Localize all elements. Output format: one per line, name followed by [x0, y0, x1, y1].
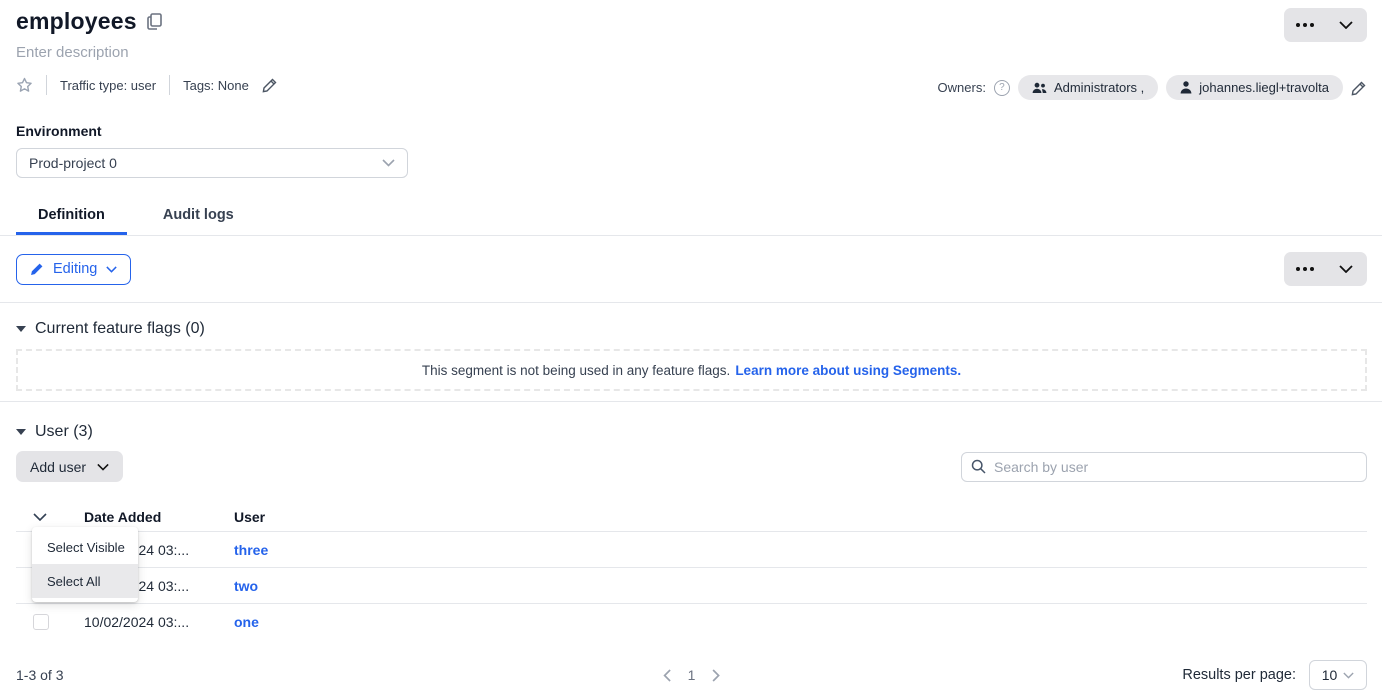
page-title: employees: [16, 8, 137, 35]
more-options-icon: [1296, 23, 1314, 27]
chevron-down-icon: [97, 463, 109, 471]
column-header-user: User: [234, 509, 1367, 525]
menu-item-select-visible[interactable]: Select Visible: [32, 530, 138, 564]
owner-badge-user[interactable]: johannes.liegl+travolta: [1166, 75, 1343, 100]
more-options-button[interactable]: [1284, 252, 1326, 286]
chevron-down-icon: [1343, 672, 1354, 679]
add-user-button[interactable]: Add user: [16, 451, 123, 482]
environment-select[interactable]: Prod-project 0: [16, 148, 408, 178]
table-row: 10/02/2024 03:... one: [16, 603, 1367, 639]
search-icon: [971, 459, 986, 474]
table-footer: 1-3 of 3 1 Results per page: 10: [16, 659, 1367, 691]
learn-more-link[interactable]: Learn more about using Segments.: [735, 363, 961, 378]
group-icon: [1032, 82, 1047, 94]
environment-selected-value: Prod-project 0: [29, 155, 117, 171]
tags-label: Tags: None: [183, 78, 249, 93]
owners-row: Owners: ? Administrators , johannes.lieg…: [938, 75, 1367, 100]
user-search-box: [961, 452, 1367, 482]
segment-detail-page: employees Enter description Traffic type…: [0, 0, 1382, 680]
editing-expand-button[interactable]: [1326, 252, 1368, 286]
results-per-page-value: 10: [1322, 667, 1338, 683]
menu-item-select-all[interactable]: Select All: [32, 564, 138, 598]
divider: [46, 75, 47, 95]
user-section-header[interactable]: User (3): [16, 423, 1367, 441]
editing-button[interactable]: Editing: [16, 254, 131, 285]
empty-state-text: This segment is not being used in any fe…: [422, 363, 730, 378]
help-icon[interactable]: ?: [994, 80, 1010, 96]
divider: [0, 302, 1382, 303]
feature-flags-section-header[interactable]: Current feature flags (0): [16, 320, 1367, 338]
header-expand-button[interactable]: [1326, 8, 1368, 42]
results-range: 1-3 of 3: [16, 667, 63, 683]
collapse-triangle-icon: [16, 429, 26, 435]
row-date: 10/02/2024 03:...: [84, 614, 234, 630]
environment-label: Environment: [16, 123, 1367, 139]
star-icon[interactable]: [16, 77, 33, 93]
editing-button-label: Editing: [53, 261, 97, 277]
person-icon: [1180, 81, 1192, 94]
more-options-button[interactable]: [1284, 8, 1326, 42]
traffic-type-label: Traffic type: user: [60, 78, 156, 93]
select-dropdown-menu: Select Visible Select All: [32, 527, 138, 602]
owner-badge-label: johannes.liegl+travolta: [1199, 80, 1329, 95]
editing-actions-group: [1284, 252, 1367, 286]
tab-definition[interactable]: Definition: [16, 199, 127, 235]
results-per-page-group: Results per page: 10: [1182, 660, 1367, 690]
select-dropdown-button[interactable]: [33, 513, 47, 521]
feature-flags-heading: Current feature flags (0): [35, 320, 205, 338]
title-row: employees: [16, 0, 1367, 35]
owner-badge-administrators[interactable]: Administrators ,: [1018, 75, 1158, 100]
results-per-page-select[interactable]: 10: [1309, 660, 1367, 690]
header-actions-group: [1284, 8, 1367, 42]
results-per-page-label: Results per page:: [1182, 667, 1296, 683]
pager: 1: [663, 667, 721, 683]
user-link[interactable]: three: [234, 542, 268, 558]
chevron-down-icon: [1339, 21, 1353, 29]
collapse-triangle-icon: [16, 326, 26, 332]
more-options-icon: [1296, 267, 1314, 271]
chevron-down-icon: [1339, 265, 1353, 273]
table-row: 10/02/2024 03:... three: [16, 531, 1367, 567]
owners-label: Owners:: [938, 80, 986, 95]
edit-owners-pencil-icon[interactable]: [1351, 80, 1367, 96]
row-checkbox[interactable]: [33, 614, 49, 630]
divider: [0, 401, 1382, 402]
table-row: 10/02/2024 03:... two: [16, 567, 1367, 603]
current-page-number[interactable]: 1: [688, 667, 696, 683]
column-header-date: Date Added: [84, 509, 234, 525]
user-link[interactable]: one: [234, 614, 259, 630]
chevron-down-icon: [382, 159, 395, 167]
chevron-down-icon: [106, 266, 117, 273]
description-placeholder[interactable]: Enter description: [16, 44, 1367, 61]
chevron-down-icon: [33, 513, 47, 521]
divider: [169, 75, 170, 95]
owner-badge-label: Administrators ,: [1054, 80, 1144, 95]
feature-flags-empty-state: This segment is not being used in any fe…: [16, 349, 1367, 391]
user-link[interactable]: two: [234, 578, 258, 594]
editing-toolbar: Editing: [16, 252, 1367, 286]
edit-pencil-icon: [30, 262, 44, 276]
tab-audit-logs[interactable]: Audit logs: [141, 199, 256, 235]
copy-icon[interactable]: [147, 13, 162, 30]
tab-bar: Definition Audit logs: [0, 199, 1382, 236]
add-user-label: Add user: [30, 459, 86, 475]
user-controls-row: Add user: [16, 451, 1367, 482]
edit-tags-pencil-icon[interactable]: [262, 77, 278, 93]
user-section-heading: User (3): [35, 423, 93, 441]
user-table: Date Added User 10/02/2024 03:... three …: [16, 502, 1367, 639]
user-search-input[interactable]: [994, 459, 1357, 475]
table-header-row: Date Added User: [16, 502, 1367, 531]
